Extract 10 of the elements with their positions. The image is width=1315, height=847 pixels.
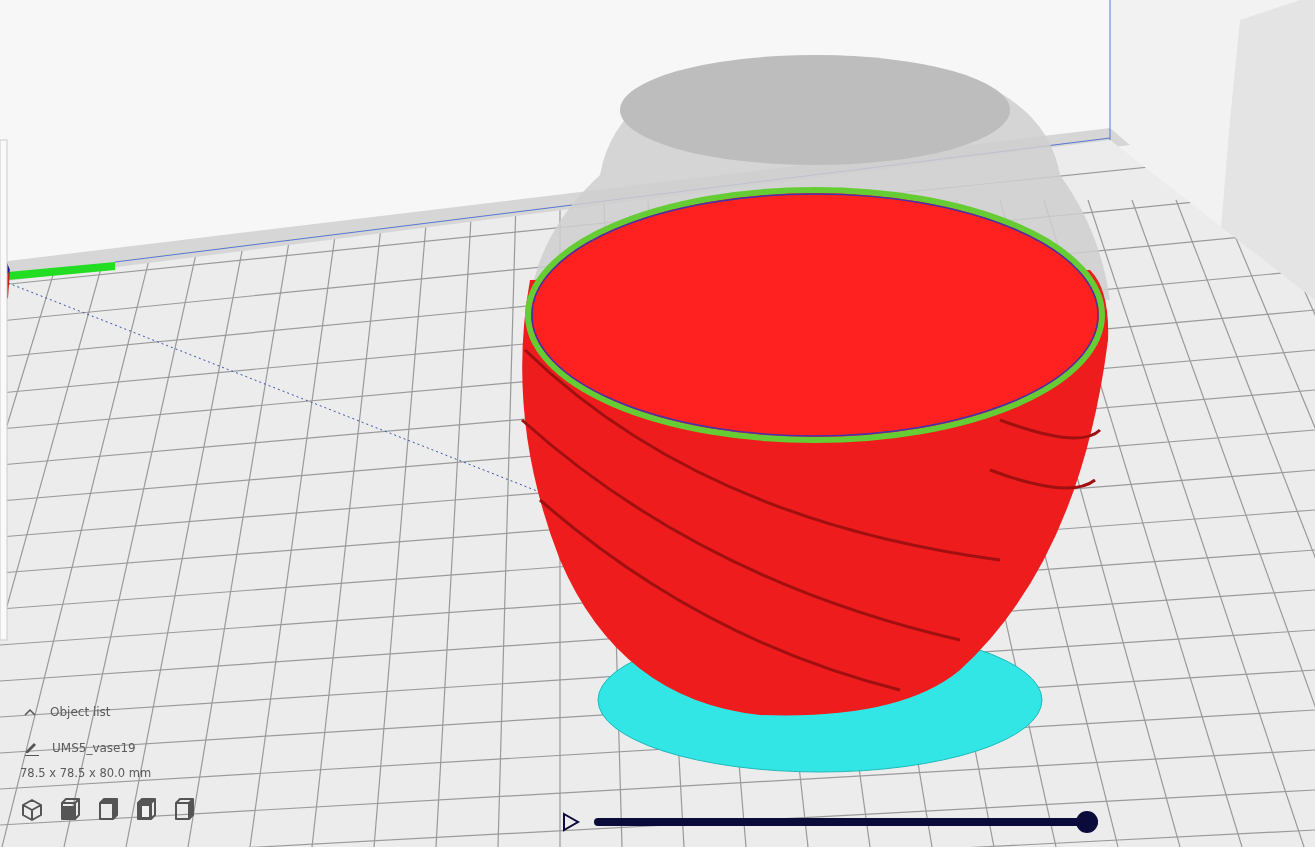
- object-list-toggle[interactable]: Object list: [20, 700, 111, 724]
- pencil-icon[interactable]: [24, 740, 40, 756]
- view-cube-icon[interactable]: [96, 798, 120, 822]
- object-dimensions: 78.5 x 78.5 x 80.0 mm: [20, 766, 153, 780]
- object-name: UMS5_vase19: [52, 741, 136, 755]
- view-cube-icon[interactable]: [172, 798, 196, 822]
- view-cube-icon[interactable]: [58, 798, 82, 822]
- view-cube-icon[interactable]: [134, 798, 158, 822]
- play-button[interactable]: [562, 812, 580, 832]
- view-cube-icon[interactable]: [20, 798, 44, 822]
